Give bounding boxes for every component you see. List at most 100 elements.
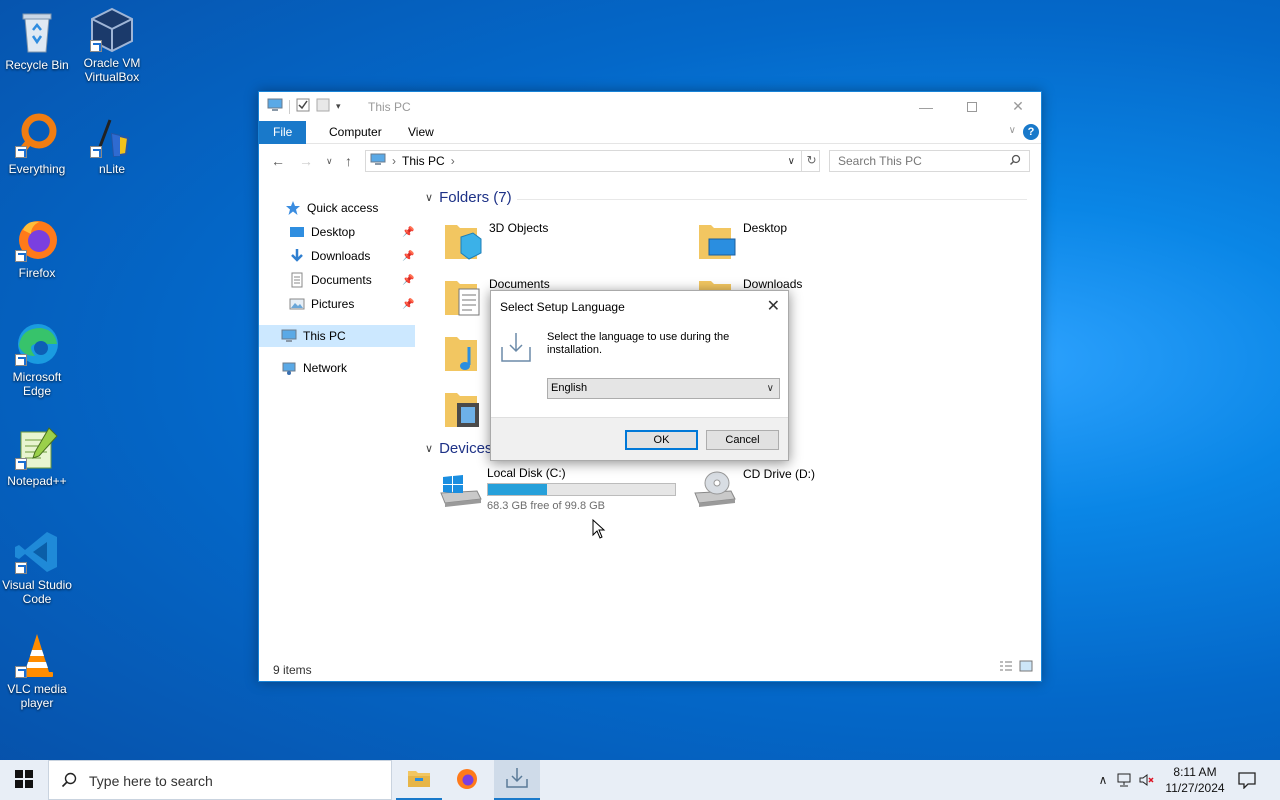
cd-drive-icon — [691, 469, 737, 512]
forward-arrow-icon[interactable]: → — [299, 153, 313, 169]
volume-muted-icon[interactable] — [1136, 773, 1158, 787]
sidebar-item-this-pc[interactable]: This PC — [259, 325, 415, 347]
windows-drive-icon — [437, 469, 483, 512]
shortcut-arrow-icon — [15, 562, 27, 574]
mouse-cursor-icon — [592, 518, 606, 542]
desktop-icon-virtualbox[interactable]: Oracle VM VirtualBox — [77, 6, 147, 84]
collapse-chevron-icon[interactable]: ∨ — [425, 442, 433, 455]
sidebar-item-quick-access[interactable]: Quick access — [285, 197, 378, 219]
taskbar-file-explorer[interactable] — [396, 760, 442, 800]
search-icon — [1009, 154, 1021, 166]
breadcrumb-chevron-icon[interactable]: › — [451, 154, 455, 168]
taskbar-clock[interactable]: 8:11 AM 11/27/2024 — [1160, 764, 1230, 796]
desktop-icon-everything[interactable]: Everything — [2, 112, 72, 176]
pin-icon[interactable]: 📌 — [402, 275, 414, 286]
virtualbox-icon — [88, 6, 136, 54]
file-explorer-icon — [407, 768, 431, 791]
sidebar-item-downloads[interactable]: Downloads — [289, 245, 370, 267]
desktop-icon-edge[interactable]: Microsoft Edge — [2, 320, 72, 398]
drive-local-disk-c[interactable]: Local Disk (C:) 68.3 GB free of 99.8 GB — [437, 466, 676, 512]
videos-folder-icon — [443, 387, 483, 434]
firefox-icon — [455, 767, 479, 794]
disk-usage-bar — [487, 483, 676, 496]
cancel-button[interactable]: Cancel — [706, 430, 779, 450]
collapse-chevron-icon[interactable]: ∨ — [425, 191, 433, 204]
search-input[interactable]: Search This PC — [829, 150, 1030, 172]
computer-icon — [267, 98, 283, 115]
refresh-icon[interactable]: ↻ — [801, 150, 821, 172]
desktop-folder-icon — [697, 219, 737, 266]
details-view-icon[interactable] — [999, 660, 1013, 675]
devices-group-header[interactable]: ∨ Devices — [425, 440, 492, 457]
nlite-icon — [88, 112, 136, 160]
sidebar-item-desktop[interactable]: Desktop — [289, 221, 355, 243]
quick-access-toolbar: ▾ — [267, 98, 341, 115]
shortcut-arrow-icon — [15, 250, 27, 262]
folder-music[interactable] — [443, 331, 483, 378]
document-icon — [289, 272, 305, 288]
address-bar[interactable]: › This PC › ∨ — [365, 150, 820, 172]
minimize-button[interactable]: — — [903, 92, 949, 121]
desktop-icon-recycle-bin[interactable]: Recycle Bin — [2, 8, 72, 72]
disk-usage-fill — [488, 484, 548, 495]
tab-computer[interactable]: Computer — [315, 121, 396, 144]
pictures-icon — [289, 296, 305, 312]
folders-group-header[interactable]: ∨ Folders (7) — [425, 189, 512, 206]
up-arrow-icon[interactable]: ↑ — [345, 153, 352, 169]
desktop-icon-notepad-plus-plus[interactable]: Notepad++ — [2, 424, 72, 488]
language-select[interactable]: English ∨ — [547, 378, 780, 399]
folder-desktop[interactable]: Desktop — [697, 219, 787, 266]
status-bar-item-count: 9 items — [273, 663, 312, 677]
network-icon — [281, 360, 297, 376]
folder-videos[interactable] — [443, 387, 483, 434]
shortcut-arrow-icon — [90, 146, 102, 158]
folder-3d-objects[interactable]: 3D Objects — [443, 219, 548, 266]
edge-icon — [13, 320, 61, 368]
setup-install-icon — [505, 767, 529, 792]
desktop-icon-vscode[interactable]: Visual Studio Code — [2, 528, 72, 606]
toolbar-separator — [289, 99, 290, 114]
customize-toolbar-chevron-icon[interactable]: ▾ — [336, 101, 341, 112]
windows-logo-icon — [15, 769, 33, 791]
pin-icon[interactable]: 📌 — [402, 299, 414, 310]
documents-folder-icon — [443, 275, 483, 322]
divider — [517, 199, 1027, 200]
sidebar-item-network[interactable]: Network — [281, 357, 347, 379]
sidebar-item-documents[interactable]: Documents — [289, 269, 372, 291]
drive-cd-d[interactable]: CD Drive (D:) — [691, 467, 815, 512]
new-folder-icon[interactable] — [316, 98, 330, 115]
back-arrow-icon[interactable]: ← — [271, 153, 285, 169]
desktop-icon-vlc[interactable]: VLC media player — [2, 632, 72, 710]
desktop-icon-nlite[interactable]: nLite — [77, 112, 147, 176]
close-button[interactable]: ✕ — [995, 92, 1041, 121]
ribbon-expand-chevron-icon[interactable]: ∨ — [1009, 125, 1016, 136]
ok-button[interactable]: OK — [625, 430, 698, 450]
everything-search-icon — [13, 112, 61, 160]
large-icons-view-icon[interactable] — [1019, 660, 1033, 675]
taskbar-firefox[interactable] — [444, 760, 490, 800]
address-dropdown-icon[interactable]: ∨ — [788, 156, 795, 167]
taskbar: Type here to search ∧ 8:11 AM 11/27/2024 — [0, 760, 1280, 800]
tab-view[interactable]: View — [394, 121, 448, 144]
ribbon: File Computer View ∨ ? — [259, 121, 1041, 144]
desktop-icon-firefox[interactable]: Firefox — [2, 216, 72, 280]
show-hidden-icons-chevron-icon[interactable]: ∧ — [1094, 773, 1112, 787]
taskbar-setup[interactable] — [494, 760, 540, 800]
title-bar: ▾ This PC — ✕ — [259, 92, 1041, 121]
sidebar-item-pictures[interactable]: Pictures — [289, 293, 354, 315]
help-icon[interactable]: ? — [1023, 124, 1039, 140]
breadcrumb-this-pc[interactable]: This PC — [402, 154, 445, 168]
pin-icon[interactable]: 📌 — [402, 227, 414, 238]
network-status-icon[interactable] — [1112, 773, 1136, 787]
pin-icon[interactable]: 📌 — [402, 251, 414, 262]
recent-locations-chevron-icon[interactable]: ∨ — [326, 156, 333, 167]
taskbar-search-box[interactable]: Type here to search — [48, 760, 392, 800]
maximize-button[interactable] — [949, 92, 995, 121]
properties-icon[interactable] — [296, 98, 310, 115]
dialog-close-button[interactable]: ✕ — [767, 296, 780, 316]
start-button[interactable] — [0, 760, 48, 800]
computer-icon — [281, 328, 297, 344]
setup-install-icon — [500, 331, 532, 366]
notifications-icon[interactable] — [1238, 771, 1256, 792]
tab-file[interactable]: File — [259, 121, 307, 144]
